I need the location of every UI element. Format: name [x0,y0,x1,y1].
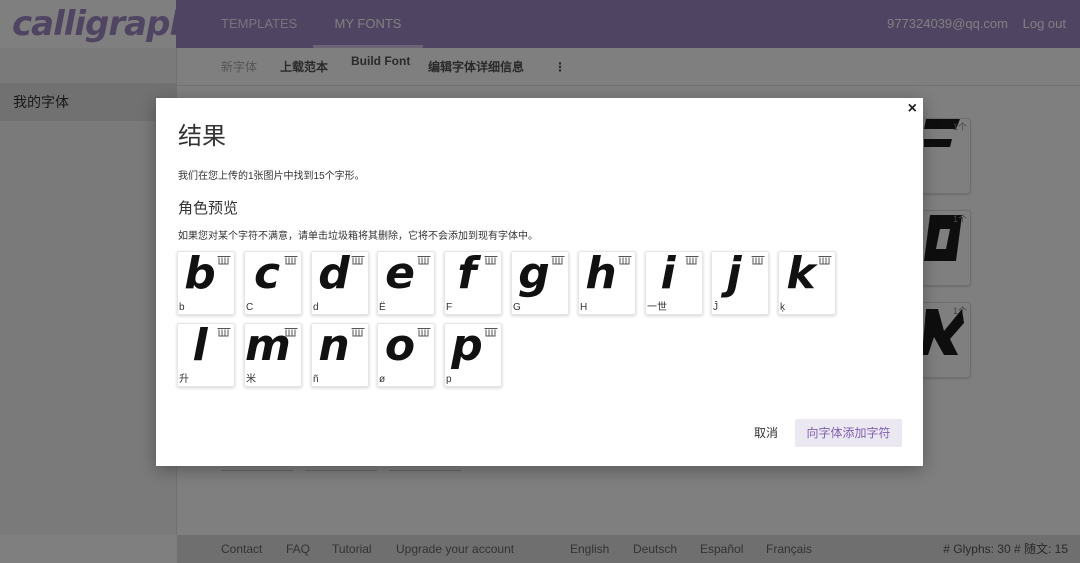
glyph-label: Ë [379,302,386,313]
trash-icon[interactable] [484,255,498,265]
glyph-preview: e [385,248,415,299]
glyph-preview: f [457,248,477,299]
trash-icon[interactable] [284,255,298,265]
trash-icon[interactable] [351,255,365,265]
found-glyphs-text: 我们在您上传的1张图片中找到15个字形。 [178,171,365,182]
glyph-label: d [313,302,319,313]
add-characters-button[interactable]: 向字体添加字符 [795,419,902,447]
glyph-label: p [446,374,452,385]
results-dialog: × 结果 我们在您上传的1张图片中找到15个字形。 角色预览 如果您对某个字符不… [156,98,923,466]
glyph-preview: n [318,320,350,371]
glyph-card: jĴ [711,248,769,315]
trash-icon[interactable] [685,255,699,265]
trash-icon[interactable] [217,255,231,265]
close-icon[interactable]: × [908,100,917,118]
glyph-label: ķ [780,302,785,313]
glyph-card: l升 [177,320,235,387]
glyph-card: oø [377,320,435,387]
glyph-preview: k [786,248,816,299]
glyph-label: ñ [313,374,319,385]
glyph-label: 升 [179,374,189,385]
glyph-preview: d [318,248,350,299]
glyph-card: pp [444,320,502,387]
preview-heading: 角色预览 [178,200,239,217]
trash-icon[interactable] [618,255,632,265]
glyph-card: fF [444,248,502,315]
glyph-card: i 一世 [645,248,703,315]
dialog-title: 结果 [178,123,226,150]
trash-icon[interactable] [417,327,431,337]
trash-icon[interactable] [417,255,431,265]
glyph-card: kķ [778,248,836,315]
glyph-card: gG [511,248,569,315]
glyph-card: hH [578,248,636,315]
glyph-label: 米 [246,374,256,385]
glyph-card: cC [244,248,302,315]
glyph-label: Ĵ [713,302,718,313]
glyph-label: C [246,302,254,313]
glyph-label: G [513,302,521,313]
trash-icon[interactable] [751,255,765,265]
glyph-card: nñ [311,320,369,387]
glyph-preview: l [192,320,208,371]
trash-icon[interactable] [551,255,565,265]
trash-icon[interactable] [484,327,498,337]
glyph-preview: o [384,320,416,371]
glyph-card: eË [377,248,435,315]
glyph-label: b [179,302,185,313]
glyph-preview: m [245,320,291,371]
glyph-preview: p [451,320,483,371]
glyph-preview: i [660,248,676,299]
glyph-preview: c [253,248,281,299]
glyph-label: H [580,302,588,313]
glyph-label: 一世 [647,302,667,313]
cancel-button[interactable]: 取消 [745,419,787,447]
glyph-preview: h [585,248,617,299]
glyph-preview: g [518,248,550,299]
glyph-card: dd [311,248,369,315]
glyph-label: ø [379,374,386,385]
glyph-label: F [446,302,453,313]
trash-icon[interactable] [351,327,365,337]
trash-icon[interactable] [217,327,231,337]
glyph-card: bb [177,248,235,315]
delete-hint-text: 如果您对某个字符不满意，请单击垃圾箱将其删除，它将不会添加到现有字体中。 [178,231,538,242]
glyph-card: m米 [244,320,302,387]
trash-icon[interactable] [284,327,298,337]
glyph-preview: b [184,248,216,299]
trash-icon[interactable] [818,255,832,265]
glyph-preview: j [726,248,742,299]
